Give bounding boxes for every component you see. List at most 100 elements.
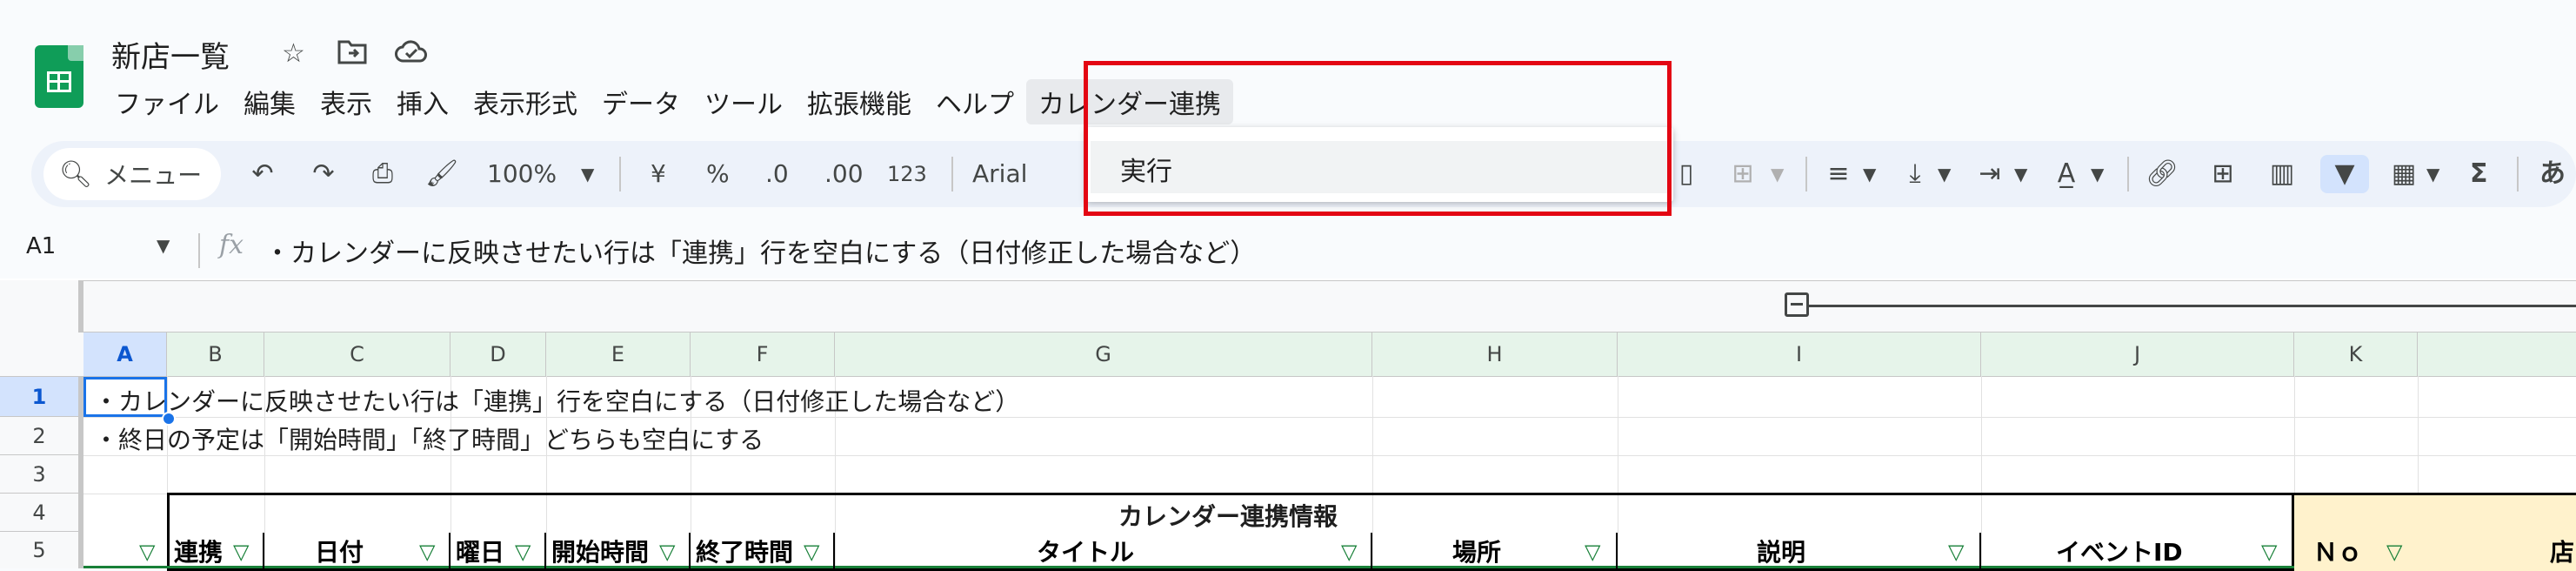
font-select[interactable]: Arial xyxy=(972,155,1027,193)
header-no[interactable]: Ｎｏ xyxy=(2313,536,2362,568)
col-header-a[interactable]: A xyxy=(83,333,167,376)
wrap-caret-icon[interactable]: ▼ xyxy=(2014,155,2027,193)
filter-icon[interactable]: ▽ xyxy=(515,536,531,568)
zoom-caret-icon[interactable]: ▼ xyxy=(581,155,594,193)
filter-icon[interactable]: ▽ xyxy=(2261,536,2277,568)
insert-comment-icon[interactable]: ⊞ xyxy=(2204,155,2242,193)
header-location[interactable]: 場所 xyxy=(1452,536,1501,568)
insert-link-icon[interactable]: 🔗︎ xyxy=(2143,155,2181,193)
filter-icon[interactable]: ▽ xyxy=(1585,536,1600,568)
move-to-folder-icon[interactable] xyxy=(337,38,367,71)
menu-edit[interactable]: 編集 xyxy=(231,79,308,124)
borders-icon[interactable]: ▯ xyxy=(1673,155,1699,193)
vertical-align-icon[interactable]: ⤓ xyxy=(1896,155,1934,193)
menu-data[interactable]: データ xyxy=(590,79,692,124)
filter-icon[interactable]: ▽ xyxy=(659,536,675,568)
col-header-l[interactable] xyxy=(2418,333,2576,376)
redo-icon[interactable]: ↷ xyxy=(304,155,343,193)
fill-handle[interactable] xyxy=(162,412,176,426)
calendar-info-title[interactable]: カレンダー連携情報 xyxy=(1118,498,1338,533)
insert-chart-icon[interactable]: ▥ xyxy=(2263,155,2301,193)
menu-insert[interactable]: 挿入 xyxy=(384,79,461,124)
header-end-time[interactable]: 終了時間 xyxy=(696,536,793,568)
header-store[interactable]: 店 xyxy=(2550,536,2574,568)
menu-extensions[interactable]: 拡張機能 xyxy=(795,79,924,124)
input-tools-button[interactable]: あ xyxy=(2539,155,2566,193)
align-caret-icon[interactable]: ▼ xyxy=(1863,155,1876,193)
header-event-id[interactable]: イベントID xyxy=(2056,536,2183,568)
header-description[interactable]: 説明 xyxy=(1757,536,1805,568)
header-date[interactable]: 日付 xyxy=(315,536,364,568)
fx-icon: fx xyxy=(219,230,244,260)
col-header-b[interactable]: B xyxy=(167,333,264,376)
header-sync[interactable]: 連携 xyxy=(174,536,223,568)
row-header-3[interactable]: 3 xyxy=(0,455,83,494)
formula-input[interactable]: ・カレンダーに反映させたい行は「連携」行を空白にする（日付修正した場合など） xyxy=(264,232,1256,270)
group-range-line xyxy=(1809,305,2576,307)
col-header-c[interactable]: C xyxy=(264,333,450,376)
filter-icon[interactable]: ▽ xyxy=(419,536,435,568)
filter-icon[interactable]: ▼ xyxy=(2320,155,2369,193)
cloud-saved-icon[interactable] xyxy=(395,38,428,71)
paint-format-icon[interactable]: 🖌︎ xyxy=(423,155,461,193)
row-header-4[interactable]: 4 xyxy=(0,494,83,532)
filter-views-icon[interactable]: ▦ xyxy=(2385,155,2423,193)
horizontal-align-icon[interactable]: ≡ xyxy=(1819,155,1858,193)
currency-format-button[interactable]: ¥ xyxy=(651,155,666,193)
cell-a1[interactable]: ・カレンダーに反映させたい行は「連携」行を空白にする（日付修正した場合など） xyxy=(94,383,1019,418)
undo-icon[interactable]: ↶ xyxy=(244,155,282,193)
menu-tools[interactable]: ツール xyxy=(692,79,795,124)
row-header-2[interactable]: 2 xyxy=(0,417,83,455)
col-header-g[interactable]: G xyxy=(835,333,1372,376)
filter-icon[interactable]: ▽ xyxy=(2386,536,2402,568)
star-icon[interactable]: ☆ xyxy=(282,38,305,69)
row-header-1[interactable]: 1 xyxy=(0,377,83,417)
filter-icon[interactable]: ▽ xyxy=(233,536,249,568)
name-box-caret-icon[interactable]: ▼ xyxy=(157,235,170,256)
filter-icon[interactable]: ▽ xyxy=(1948,536,1964,568)
merge-cells-icon: ⊞ xyxy=(1732,158,1754,189)
text-wrap-icon[interactable]: ⇥ xyxy=(1971,155,2009,193)
col-header-j[interactable]: J xyxy=(1981,333,2294,376)
rotation-caret-icon[interactable]: ▼ xyxy=(2091,155,2104,193)
filter-icon[interactable]: ▽ xyxy=(139,536,155,568)
menu-file[interactable]: ファイル xyxy=(103,79,231,124)
name-box[interactable]: A1 xyxy=(26,233,56,259)
menu-view[interactable]: 表示 xyxy=(308,79,384,124)
percent-format-button[interactable]: % xyxy=(706,155,730,193)
increase-decimal-button[interactable]: .00 xyxy=(824,155,864,193)
valign-caret-icon[interactable]: ▼ xyxy=(1938,155,1951,193)
number-format-button[interactable]: 123 xyxy=(887,155,927,193)
col-header-h[interactable]: H xyxy=(1372,333,1618,376)
active-cell-outline xyxy=(83,377,167,417)
collapse-group-icon[interactable] xyxy=(1785,292,1809,317)
header-start-time[interactable]: 開始時間 xyxy=(551,536,649,568)
toolbar-divider xyxy=(619,157,621,191)
document-title[interactable]: 新店一覧 xyxy=(111,33,230,76)
decrease-decimal-button[interactable]: .0 xyxy=(765,155,789,193)
cell-a2[interactable]: ・終日の予定は「開始時間」「終了時間」どちらも空白にする xyxy=(94,421,764,456)
row-header-5[interactable]: 5 xyxy=(0,532,83,568)
toolbar-divider xyxy=(1805,157,1807,191)
col-header-i[interactable]: I xyxy=(1618,333,1981,376)
red-highlight-annotation xyxy=(1084,61,1672,216)
header-title[interactable]: タイトル xyxy=(1037,536,1134,568)
col-header-k[interactable]: K xyxy=(2294,333,2418,376)
col-header-f[interactable]: F xyxy=(691,333,835,376)
filter-icon[interactable]: ▽ xyxy=(1341,536,1357,568)
toolbar-divider xyxy=(951,157,953,191)
toolbar-divider xyxy=(2517,157,2519,191)
text-rotation-icon[interactable]: A̲ xyxy=(2047,155,2085,193)
sheets-logo-icon[interactable] xyxy=(35,45,83,108)
print-icon[interactable]: ⎙ xyxy=(364,155,402,193)
filter-views-caret-icon[interactable]: ▼ xyxy=(2426,155,2439,193)
filter-icon[interactable]: ▽ xyxy=(804,536,819,568)
col-header-d[interactable]: D xyxy=(450,333,546,376)
menu-search-button[interactable]: 🔍︎ メニュー xyxy=(43,148,221,200)
col-header-e[interactable]: E xyxy=(546,333,691,376)
menu-format[interactable]: 表示形式 xyxy=(461,79,590,124)
zoom-select[interactable]: 100% xyxy=(487,155,557,193)
menu-help[interactable]: ヘルプ xyxy=(924,79,1026,124)
functions-button[interactable]: Σ xyxy=(2470,155,2488,193)
header-weekday[interactable]: 曜日 xyxy=(456,536,504,568)
